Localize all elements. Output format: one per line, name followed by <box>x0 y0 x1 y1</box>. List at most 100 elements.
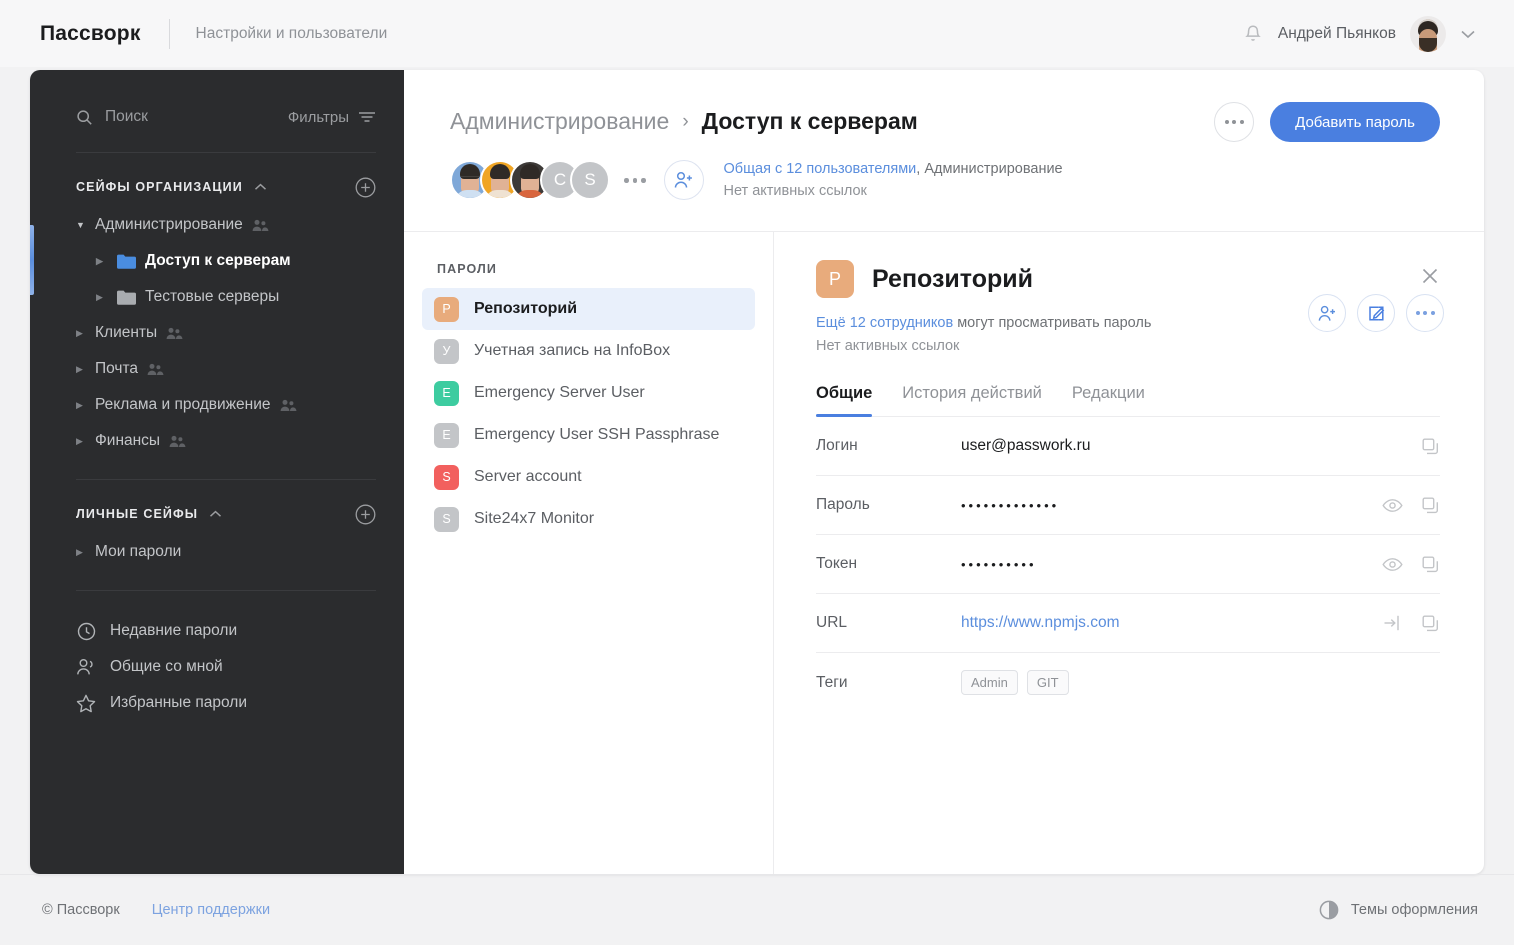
sidebar-item-favorite-passwords[interactable]: Избранные пароли <box>30 685 404 721</box>
add-member-button[interactable] <box>663 160 704 201</box>
chevron-up-icon[interactable] <box>254 183 267 191</box>
list-item[interactable]: P Репозиторий <box>422 288 755 330</box>
more-icon <box>1415 311 1435 315</box>
sidebar-item-recent-passwords[interactable]: Недавние пароли <box>30 613 404 649</box>
app-root: Пассворк Настройки и пользователи Андрей… <box>0 0 1514 945</box>
edit-button[interactable] <box>1357 294 1395 332</box>
sidebar-item-shared-with-me[interactable]: Общие со мной <box>30 649 404 685</box>
add-vault-button[interactable] <box>355 177 376 198</box>
footer: © Пассворк Центр поддержки Темы оформлен… <box>0 874 1514 945</box>
field-actions <box>1382 496 1440 515</box>
more-options-button[interactable] <box>1214 102 1255 142</box>
list-item[interactable]: S Site24x7 Monitor <box>422 498 755 540</box>
open-link-icon[interactable] <box>1383 614 1403 632</box>
status-badge[interactable]: Admin <box>961 670 1018 696</box>
tab-redaktsii[interactable]: Редакции <box>1072 384 1145 416</box>
more-options-button[interactable] <box>1406 294 1444 332</box>
bell-icon[interactable] <box>1242 23 1264 45</box>
main-card: Поиск Фильтры СЕЙФЫ ОРГАНИЗАЦИИ ▼ Админи… <box>30 70 1484 874</box>
copy-icon[interactable] <box>1421 496 1440 515</box>
field-row-login: Логин user@passwork.ru <box>816 417 1440 477</box>
chevron-down-icon[interactable] <box>1460 29 1476 39</box>
folder-icon <box>117 290 136 305</box>
copy-icon[interactable] <box>1421 437 1440 456</box>
eye-icon[interactable] <box>1382 557 1403 572</box>
share-password-button[interactable] <box>1308 294 1346 332</box>
caret-right-icon[interactable]: ▶ <box>76 364 88 375</box>
org-vault-tree: ▼ Администрирование ▶ Доступ к серверам … <box>30 207 404 459</box>
breadcrumb-separator: › <box>682 110 689 132</box>
caret-right-icon[interactable]: ▶ <box>76 547 88 558</box>
clock-icon <box>76 622 96 641</box>
footer-copyright: © Пассворк <box>42 902 120 918</box>
quick-links: Недавние пароли Общие со мной Избранные … <box>30 613 404 721</box>
list-item-label: Репозиторий <box>474 300 578 317</box>
search-input[interactable]: Поиск <box>105 108 148 126</box>
share-members-link[interactable]: Общая с 12 пользователями <box>724 161 917 177</box>
shared-group-icon <box>166 327 183 340</box>
list-item[interactable]: E Emergency Server User <box>422 372 755 414</box>
share-vault-name: , Администрирование <box>916 161 1063 177</box>
caret-right-icon[interactable]: ▶ <box>96 292 108 303</box>
caret-down-icon[interactable]: ▼ <box>76 220 88 230</box>
section-org-vaults[interactable]: СЕЙФЫ ОРГАНИЗАЦИИ <box>30 175 404 199</box>
password-badge: S <box>434 506 459 532</box>
list-item[interactable]: E Emergency User SSH Passphrase <box>422 414 755 456</box>
avatar-initial[interactable]: S <box>570 160 610 201</box>
list-item[interactable]: S Server account <box>422 456 755 498</box>
caret-right-icon[interactable]: ▶ <box>76 436 88 447</box>
search-row[interactable]: Поиск Фильтры <box>30 100 404 134</box>
filters-button[interactable]: Фильтры <box>288 109 376 126</box>
divider <box>76 479 376 480</box>
more-members-icon[interactable] <box>624 178 646 183</box>
half-circle-icon <box>1319 900 1339 920</box>
content-header: Администрирование › Доступ к серверам До… <box>404 70 1484 232</box>
copy-icon[interactable] <box>1421 555 1440 574</box>
footer-right: Темы оформления <box>1319 900 1478 920</box>
caret-right-icon[interactable]: ▶ <box>76 328 88 339</box>
footer-support-link[interactable]: Центр поддержки <box>152 902 270 918</box>
add-password-button[interactable]: Добавить пароль <box>1270 102 1440 142</box>
avatar[interactable] <box>1410 15 1446 52</box>
more-icon <box>1224 120 1244 124</box>
tree-item-testovye-servery[interactable]: ▶ Тестовые серверы <box>30 279 404 315</box>
topbar-section-label[interactable]: Настройки и пользователи <box>196 25 388 43</box>
tree-item-klienty[interactable]: ▶ Клиенты <box>30 315 404 351</box>
tree-item-finansy[interactable]: ▶ Финансы <box>30 423 404 459</box>
search-icon <box>76 109 93 126</box>
eye-icon[interactable] <box>1382 498 1403 513</box>
section-personal-vaults[interactable]: ЛИЧНЫЕ СЕЙФЫ <box>30 502 404 526</box>
copy-icon[interactable] <box>1421 614 1440 633</box>
field-row-tags: Теги Admin GIT <box>816 653 1440 712</box>
field-row-password: Пароль ••••••••••••• <box>816 476 1440 536</box>
tree-item-dostup-k-serveram[interactable]: ▶ Доступ к серверам <box>30 243 404 279</box>
theme-switch-label[interactable]: Темы оформления <box>1351 902 1478 918</box>
list-item-label: Emergency User SSH Passphrase <box>474 426 720 443</box>
caret-right-icon[interactable]: ▶ <box>76 400 88 411</box>
share-line-1: Общая с 12 пользователями, Администриров… <box>724 158 1063 180</box>
field-value-link[interactable]: https://www.npmjs.com <box>961 614 1371 632</box>
tree-item-label: Администрирование <box>95 216 243 233</box>
status-badge[interactable]: GIT <box>1026 670 1069 696</box>
tags-list: Admin GIT <box>961 670 1069 696</box>
tree-item-label: Доступ к серверам <box>145 252 291 269</box>
tree-item-moi-paroli[interactable]: ▶ Мои пароли <box>30 534 404 570</box>
chevron-up-icon[interactable] <box>209 510 222 518</box>
list-item-label: Emergency Server User <box>474 384 645 401</box>
caret-right-icon[interactable]: ▶ <box>96 256 108 267</box>
detail-members-link[interactable]: Ещё 12 сотрудников <box>816 315 953 331</box>
sidebar-item-label: Общие со мной <box>110 658 223 675</box>
list-item[interactable]: У Учетная запись на InfoBox <box>422 330 755 372</box>
tree-item-pochta[interactable]: ▶ Почта <box>30 351 404 387</box>
close-icon[interactable] <box>1420 266 1440 286</box>
personal-vault-tree: ▶ Мои пароли <box>30 534 404 570</box>
tab-istoriya-deystviy[interactable]: История действий <box>902 384 1042 416</box>
tree-item-administrirovanie[interactable]: ▼ Администрирование <box>30 207 404 243</box>
add-personal-vault-button[interactable] <box>355 504 376 525</box>
field-actions <box>1382 555 1440 574</box>
brand-logo[interactable]: Пассворк <box>40 22 141 46</box>
shared-group-icon <box>169 435 186 448</box>
breadcrumb-parent[interactable]: Администрирование <box>450 108 669 135</box>
tab-obshchie[interactable]: Общие <box>816 384 873 418</box>
tree-item-reklama-i-prodvizhenie[interactable]: ▶ Реклама и продвижение <box>30 387 404 423</box>
